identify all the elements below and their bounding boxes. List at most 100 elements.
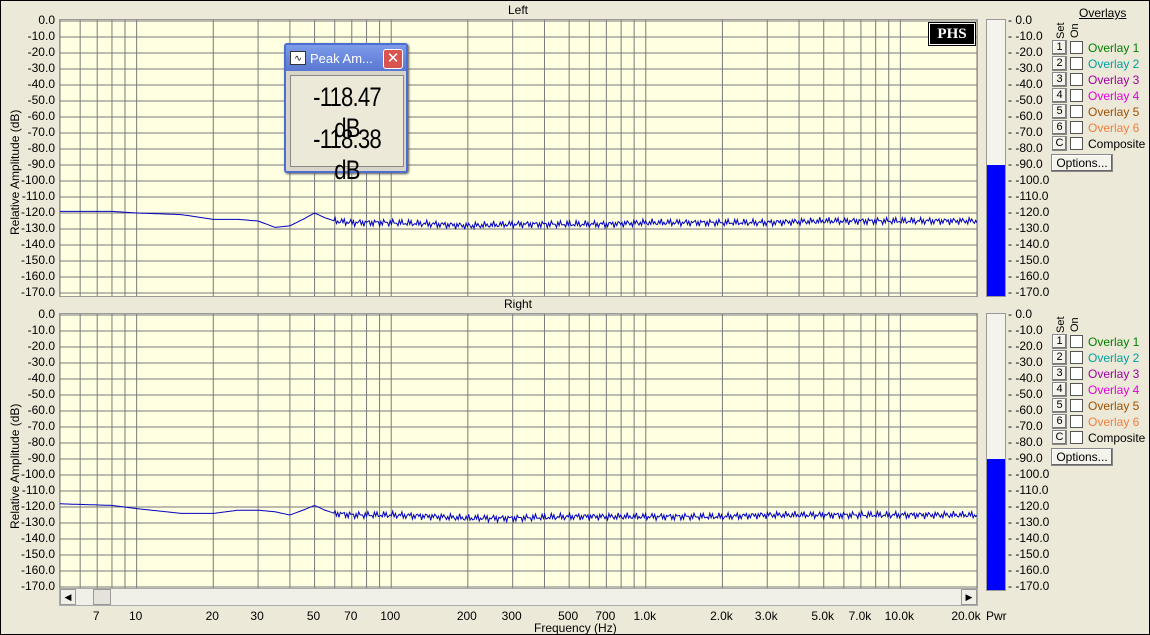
- overlay-row: 6 Overlay 6: [1052, 120, 1139, 135]
- meter-tick-label: - -40.0: [1008, 77, 1043, 91]
- power-meter-fill-left: [987, 165, 1005, 296]
- meter-tick-label: - -110.0: [1008, 189, 1049, 203]
- overlay-checkbox[interactable]: [1070, 367, 1083, 380]
- scroll-right-arrow-icon[interactable]: ▶: [961, 589, 977, 605]
- power-meter-fill-right: [987, 459, 1005, 590]
- overlay-checkbox[interactable]: [1070, 105, 1083, 118]
- scroll-left-arrow-icon[interactable]: ◀: [60, 589, 76, 605]
- overlay-checkbox[interactable]: [1070, 335, 1083, 348]
- overlay-set-button[interactable]: C: [1052, 430, 1067, 445]
- meter-tick-label: - -150.0: [1008, 547, 1050, 561]
- ytick-label: -50.0: [27, 93, 55, 107]
- ytick-label: -150.0: [20, 253, 55, 267]
- xtick-label: 300: [501, 609, 522, 623]
- ytick-label: -60.0: [27, 403, 55, 417]
- ytick-label: -100.0: [20, 467, 55, 481]
- meter-tick-label: - -100.0: [1008, 173, 1050, 187]
- overlay-row: 5 Overlay 5: [1052, 104, 1139, 119]
- xtick-label: 5.0k: [811, 609, 835, 623]
- overlay-row: 1 Overlay 1: [1052, 334, 1139, 349]
- ytick-label: -130.0: [20, 515, 55, 529]
- xtick-label: 20.0k: [951, 609, 981, 623]
- scroll-thumb[interactable]: [93, 589, 111, 605]
- overlay-set-button[interactable]: 1: [1052, 40, 1067, 55]
- overlay-set-button[interactable]: 2: [1052, 56, 1067, 71]
- overlay-row: 5 Overlay 5: [1052, 398, 1139, 413]
- overlay-name: Overlay 3: [1088, 366, 1140, 381]
- overlay-checkbox[interactable]: [1070, 57, 1083, 70]
- popup-body: -118.47 dB -118.38 dB: [290, 75, 404, 185]
- overlay-name: Composite: [1088, 136, 1146, 151]
- peak-amplitude-window[interactable]: ∿ Peak Am... ✕ -118.47 dB -118.38 dB: [284, 43, 408, 185]
- ytick-label: -30.0: [27, 61, 55, 75]
- overlay-checkbox[interactable]: [1070, 431, 1083, 444]
- overlay-checkbox[interactable]: [1070, 351, 1083, 364]
- overlay-row: 2 Overlay 2: [1052, 56, 1139, 71]
- ytick-label: -140.0: [20, 531, 55, 545]
- overlay-checkbox[interactable]: [1070, 383, 1083, 396]
- meter-tick-label: - -140.0: [1008, 237, 1050, 251]
- power-meter-left: [986, 19, 1006, 297]
- spectrum-plot-right[interactable]: [59, 313, 978, 591]
- overlay-checkbox[interactable]: [1070, 73, 1083, 86]
- meter-tick-label: - -100.0: [1008, 467, 1050, 481]
- overlay-set-button[interactable]: 3: [1052, 366, 1067, 381]
- options-button[interactable]: Options...: [1051, 448, 1113, 466]
- ytick-label: -70.0: [27, 419, 55, 433]
- meter-tick-label: - -40.0: [1008, 371, 1043, 385]
- overlay-set-button[interactable]: C: [1052, 136, 1067, 151]
- popup-titlebar[interactable]: ∿ Peak Am... ✕: [286, 45, 406, 71]
- overlay-set-button[interactable]: 4: [1052, 88, 1067, 103]
- close-icon[interactable]: ✕: [383, 49, 403, 69]
- ytick-label: -120.0: [20, 205, 55, 219]
- ytick-label: -20.0: [27, 45, 55, 59]
- ytick-label: -110.0: [21, 483, 55, 497]
- overlay-name: Overlay 2: [1088, 56, 1140, 71]
- horizontal-scrollbar[interactable]: ◀ ▶: [59, 588, 978, 606]
- overlay-row: 3 Overlay 3: [1052, 72, 1139, 87]
- overlay-set-button[interactable]: 3: [1052, 72, 1067, 87]
- overlay-name: Overlay 2: [1088, 350, 1140, 365]
- xtick-label: 100: [380, 609, 401, 623]
- ytick-label: -70.0: [27, 125, 55, 139]
- ytick-label: -100.0: [20, 173, 55, 187]
- spectrum-line: [60, 210, 977, 231]
- overlay-set-button[interactable]: 1: [1052, 334, 1067, 349]
- ytick-label: -150.0: [20, 547, 55, 561]
- overlay-name: Overlay 5: [1088, 104, 1140, 119]
- overlay-set-button[interactable]: 6: [1052, 120, 1067, 135]
- overlay-set-button[interactable]: 4: [1052, 382, 1067, 397]
- ytick-label: -90.0: [27, 451, 55, 465]
- overlay-checkbox[interactable]: [1070, 89, 1083, 102]
- meter-tick-label: - -10.0: [1008, 29, 1043, 43]
- overlay-set-button[interactable]: 5: [1052, 398, 1067, 413]
- overlay-checkbox[interactable]: [1070, 415, 1083, 428]
- meter-tick-label: - -120.0: [1008, 205, 1050, 219]
- overlay-checkbox[interactable]: [1070, 41, 1083, 54]
- overlays-header: Overlays: [1079, 6, 1127, 20]
- overlay-set-button[interactable]: 5: [1052, 104, 1067, 119]
- overlay-row: 2 Overlay 2: [1052, 350, 1139, 365]
- spectrum-chart-left: [60, 20, 977, 296]
- xtick-label: 1.0k: [633, 609, 657, 623]
- meter-tick-label: - -60.0: [1008, 109, 1043, 123]
- overlay-set-button[interactable]: 2: [1052, 350, 1067, 365]
- spectrum-plot-left[interactable]: [59, 19, 978, 297]
- overlay-checkbox[interactable]: [1070, 121, 1083, 134]
- meter-tick-label: - -140.0: [1008, 531, 1050, 545]
- ytick-label: -140.0: [20, 237, 55, 251]
- meter-tick-label: - 0.0: [1008, 307, 1033, 321]
- power-meter-right: [986, 313, 1006, 591]
- meter-tick-label: - 0.0: [1008, 13, 1033, 27]
- options-button[interactable]: Options...: [1051, 154, 1113, 172]
- set-column-label: Set: [1055, 316, 1067, 333]
- overlay-name: Overlay 3: [1088, 72, 1140, 87]
- overlay-checkbox[interactable]: [1070, 399, 1083, 412]
- meter-tick-label: - -130.0: [1008, 515, 1050, 529]
- xaxis-title: Frequency (Hz): [534, 621, 617, 635]
- phs-logo: PHS: [928, 22, 976, 46]
- overlay-name: Overlay 5: [1088, 398, 1140, 413]
- overlay-checkbox[interactable]: [1070, 137, 1083, 150]
- overlay-set-button[interactable]: 6: [1052, 414, 1067, 429]
- meter-tick-label: - -20.0: [1008, 45, 1043, 59]
